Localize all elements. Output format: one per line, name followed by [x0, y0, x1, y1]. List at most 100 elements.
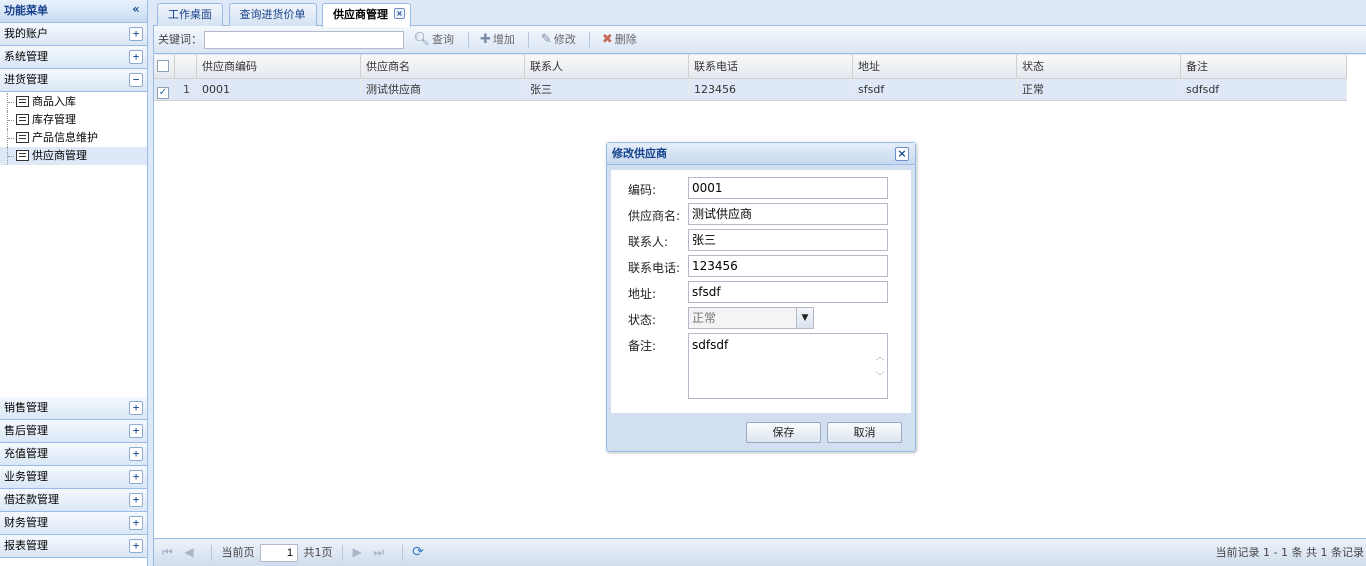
list-icon [16, 114, 29, 125]
menu-group-label: 充值管理 [4, 447, 48, 460]
pager-separator [401, 545, 403, 561]
tree-item-stock-in[interactable]: 商品入库 [0, 93, 147, 111]
cell-contact: 张三 [525, 79, 689, 100]
code-label: 编码: [628, 183, 657, 197]
menu-group-label: 报表管理 [4, 539, 48, 552]
status-select[interactable]: 正常 ▼ [688, 307, 814, 329]
table-row[interactable]: ✓ 1 0001 测试供应商 张三 123456 sfsdf 正常 sdfsdf [154, 79, 1347, 101]
row-number: 1 [175, 79, 197, 100]
expand-icon[interactable]: + [129, 50, 143, 64]
close-tab-icon[interactable]: × [394, 8, 405, 19]
row-checkbox[interactable]: ✓ [157, 87, 169, 99]
function-menu-sidebar: 功能菜单 « 我的账户 + 系统管理 + 进货管理 − 商品入库 库存管理 产品… [0, 0, 148, 566]
save-button[interactable]: 保存 [746, 422, 821, 443]
expand-icon[interactable]: + [129, 493, 143, 507]
toolbar-separator [528, 32, 530, 48]
tree-item-product-info[interactable]: 产品信息维护 [0, 129, 147, 147]
toolbar: 关键词： 🔍︎ 查询 ✚ 增加 ✎ 修改 ✖ 删除 [153, 26, 1366, 54]
delete-button[interactable]: ✖ 删除 [602, 26, 637, 53]
pager-separator [342, 545, 344, 561]
column-header-note[interactable]: 备注 [1181, 55, 1347, 79]
menu-group-reports[interactable]: 报表管理 + [0, 535, 147, 558]
menu-group-loans[interactable]: 借还款管理 + [0, 489, 147, 512]
pager-separator [211, 545, 213, 561]
contact-field[interactable]: 张三 [688, 229, 888, 251]
tree-item-label: 供应商管理 [32, 149, 87, 162]
menu-group-label: 借还款管理 [4, 493, 59, 506]
cell-name: 测试供应商 [361, 79, 525, 100]
menu-group-label: 我的账户 [4, 27, 48, 40]
keyword-input[interactable] [204, 31, 404, 49]
row-number-header [175, 55, 197, 79]
menu-group-label: 销售管理 [4, 401, 48, 414]
toolbar-separator [467, 32, 469, 48]
form-row-contact: 联系人: 张三 [628, 229, 898, 251]
column-header-code[interactable]: 供应商编码 [197, 55, 361, 79]
expand-icon[interactable]: + [129, 516, 143, 530]
menu-group-label: 进货管理 [4, 73, 48, 86]
status-select-value: 正常 [692, 311, 717, 325]
select-all-checkbox[interactable] [157, 60, 169, 72]
refresh-icon[interactable]: ⟳ [412, 544, 424, 560]
column-header-name[interactable]: 供应商名 [361, 55, 525, 79]
supplier-name-field[interactable]: 测试供应商 [688, 203, 888, 225]
menu-group-label: 业务管理 [4, 470, 48, 483]
menu-group-purchasing[interactable]: 进货管理 − [0, 69, 147, 92]
page-number-input[interactable] [260, 544, 299, 562]
column-header-phone[interactable]: 联系电话 [689, 55, 853, 79]
column-header-address[interactable]: 地址 [853, 55, 1017, 79]
expand-icon[interactable]: + [129, 470, 143, 484]
search-icon: 🔍︎ [413, 32, 431, 47]
menu-group-recharge[interactable]: 充值管理 + [0, 443, 147, 466]
name-label: 供应商名: [628, 209, 681, 223]
address-field[interactable]: sfsdf [688, 281, 888, 303]
phone-field[interactable]: 123456 [688, 255, 888, 277]
note-textarea[interactable]: sdfsdf ︿ ﹀ [688, 333, 888, 399]
contact-label: 联系人: [628, 235, 669, 249]
form-row-address: 地址: sfsdf [628, 281, 898, 303]
tab-supplier-management[interactable]: 供应商管理 × [322, 3, 411, 27]
collapse-sidebar-icon[interactable]: « [129, 3, 143, 18]
menu-group-business[interactable]: 业务管理 + [0, 466, 147, 489]
menu-group-sales[interactable]: 销售管理 + [0, 397, 147, 420]
expand-icon[interactable]: + [129, 539, 143, 553]
delete-icon: ✖ [601, 32, 613, 47]
last-page-icon[interactable]: ⏭ [373, 539, 384, 566]
column-header-contact[interactable]: 联系人 [525, 55, 689, 79]
column-header-status[interactable]: 状态 [1017, 55, 1181, 79]
query-button[interactable]: 🔍︎ 查询 [414, 26, 455, 53]
expand-icon[interactable]: + [129, 27, 143, 41]
edit-button[interactable]: ✎ 修改 [541, 26, 576, 53]
menu-group-after-sales[interactable]: 售后管理 + [0, 420, 147, 443]
tab-purchase-price-query[interactable]: 查询进货价单 [228, 3, 317, 26]
sidebar-title-label: 功能菜单 [4, 4, 48, 17]
collapse-icon[interactable]: − [129, 73, 143, 87]
next-page-icon[interactable]: ▶ [353, 539, 362, 566]
tab-workbench[interactable]: 工作桌面 [157, 3, 223, 26]
chevron-down-icon[interactable]: ▼ [796, 308, 813, 328]
query-label: 查询 [432, 33, 455, 46]
code-field[interactable]: 0001 [688, 177, 888, 199]
cancel-button[interactable]: 取消 [827, 422, 902, 443]
tree-item-supplier[interactable]: 供应商管理 [0, 147, 147, 165]
cell-address: sfsdf [853, 79, 1017, 100]
close-icon[interactable]: × [895, 147, 909, 161]
edit-supplier-dialog: 修改供应商 × 编码: 0001 供应商名: 测试供应商 联系人: 张三 联系电… [606, 142, 916, 452]
list-icon [16, 96, 29, 107]
prev-page-icon[interactable]: ◀ [184, 539, 193, 566]
tree-line [7, 111, 15, 129]
menu-group-finance[interactable]: 财务管理 + [0, 512, 147, 535]
first-page-icon[interactable]: ⏮ [162, 539, 173, 566]
expand-icon[interactable]: + [129, 401, 143, 415]
expand-icon[interactable]: + [129, 424, 143, 438]
cell-phone: 123456 [689, 79, 853, 100]
expand-icon[interactable]: + [129, 447, 143, 461]
dialog-form: 编码: 0001 供应商名: 测试供应商 联系人: 张三 联系电话: 12345… [611, 170, 911, 413]
menu-group-my-account[interactable]: 我的账户 + [0, 23, 147, 46]
toolbar-separator [589, 32, 591, 48]
add-button[interactable]: ✚ 增加 [480, 26, 515, 53]
keyword-label: 关键词： [158, 33, 202, 46]
textarea-scroll-arrows-icon[interactable]: ︿ ﹀ [875, 348, 885, 388]
menu-group-system[interactable]: 系统管理 + [0, 46, 147, 69]
tree-item-inventory[interactable]: 库存管理 [0, 111, 147, 129]
